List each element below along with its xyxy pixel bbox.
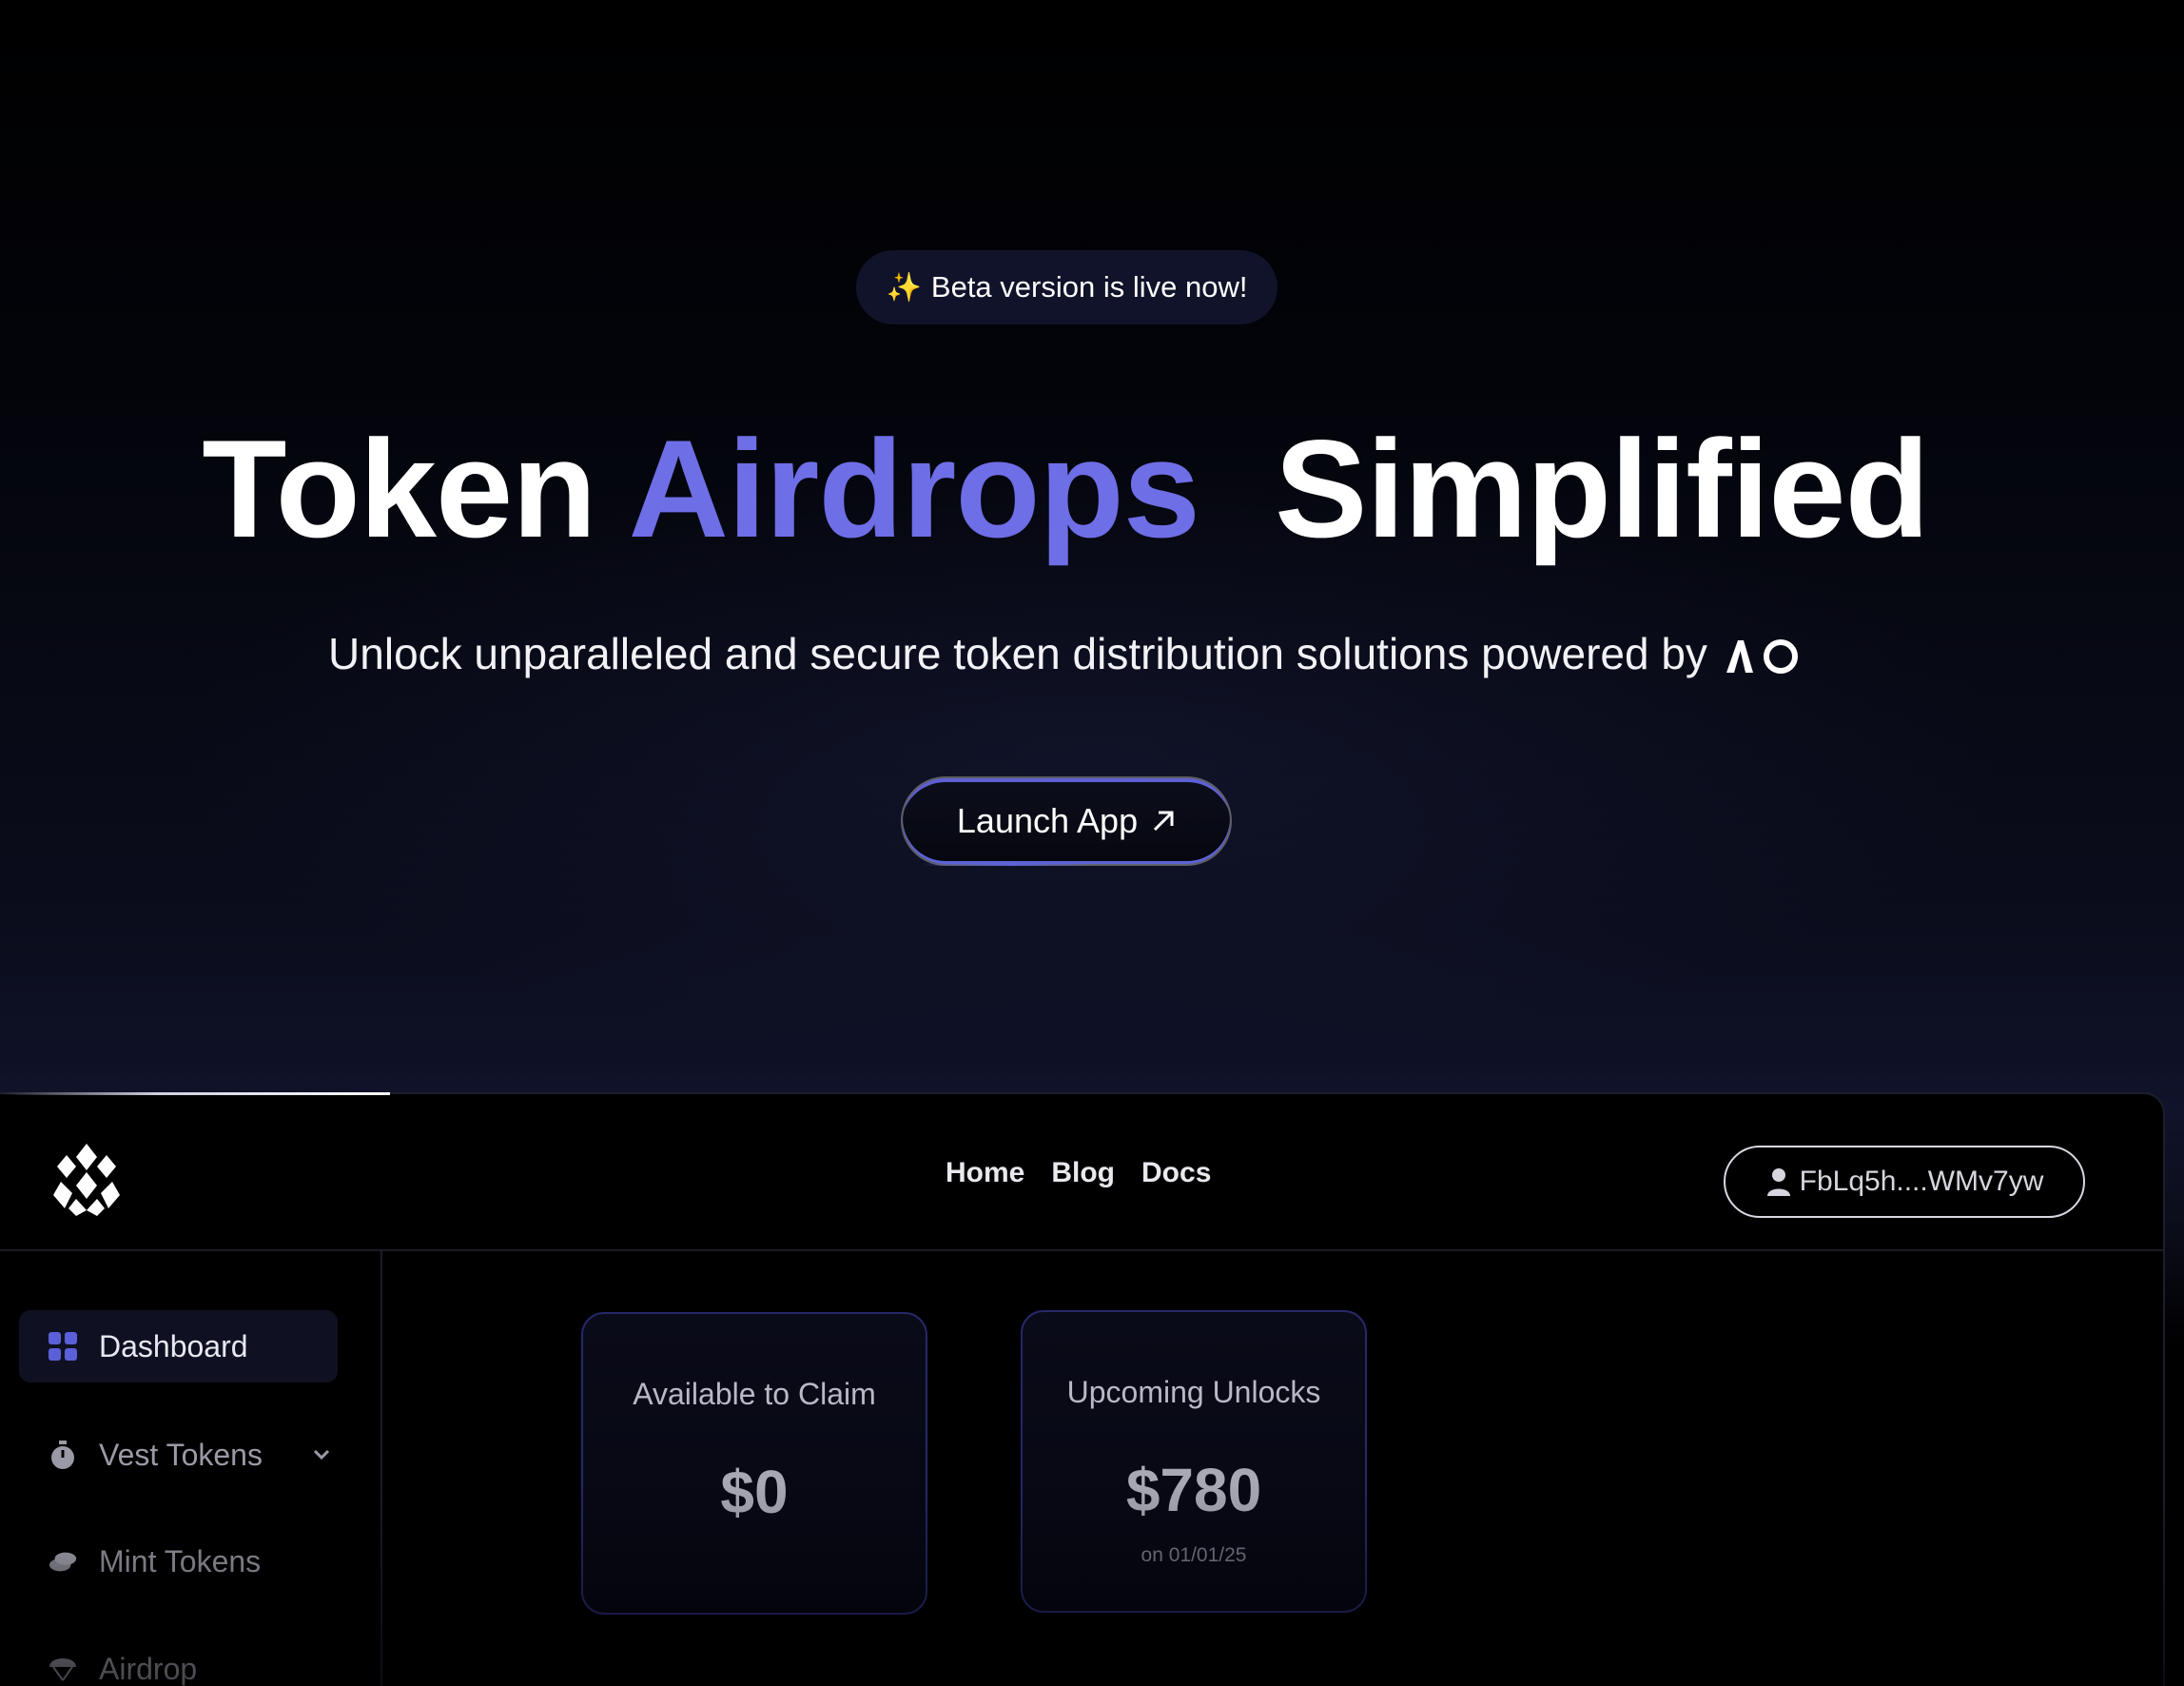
parachute-icon bbox=[48, 1654, 78, 1684]
beta-badge-text: Beta version is live now! bbox=[930, 270, 1248, 304]
stopwatch-icon bbox=[48, 1440, 78, 1470]
hero-subtitle: Unlock unparalleled and secure token dis… bbox=[0, 628, 2131, 679]
hero-title-part1: Token bbox=[202, 411, 596, 566]
available-to-claim-card: Available to Claim $0 bbox=[581, 1312, 927, 1615]
sidebar-item-mint-tokens[interactable]: Mint Tokens bbox=[19, 1525, 338, 1598]
hero-title: Token Airdrops Simplified bbox=[0, 409, 2131, 569]
sparkles-icon: ✨ bbox=[886, 271, 922, 304]
launch-app-label: Launch App bbox=[956, 801, 1139, 840]
app-logo bbox=[53, 1144, 120, 1216]
ao-logo bbox=[1726, 639, 1798, 674]
sidebar-item-label: Dashboard bbox=[99, 1328, 248, 1363]
hero-subtitle-text: Unlock unparalleled and secure token dis… bbox=[328, 629, 1707, 678]
wallet-button[interactable]: FbLq5h....WMv7yw bbox=[1724, 1146, 2085, 1218]
landing-page: ✨ Beta version is live now! Token Airdro… bbox=[0, 0, 2184, 1686]
card-value: $0 bbox=[720, 1458, 789, 1526]
card-title: Upcoming Unlocks bbox=[1066, 1375, 1321, 1409]
upcoming-unlocks-card: Upcoming Unlocks $780 on 01/01/25 bbox=[1021, 1310, 1367, 1613]
nav-docs[interactable]: Docs bbox=[1141, 1157, 1211, 1189]
hero-title-part2: Simplified bbox=[1275, 411, 1930, 566]
wallet-address: FbLq5h....WMv7yw bbox=[1799, 1166, 2044, 1197]
chevron-down-icon bbox=[312, 1442, 331, 1467]
sidebar-item-airdrop[interactable]: Airdrop bbox=[19, 1633, 338, 1686]
sidebar-item-label: Airdrop bbox=[99, 1651, 198, 1686]
card-subtext: on 01/01/25 bbox=[1141, 1544, 1247, 1566]
card-value: $780 bbox=[1125, 1456, 1262, 1524]
main-nav: Home Blog Docs bbox=[946, 1157, 1211, 1189]
grid-icon bbox=[48, 1331, 78, 1362]
coins-icon bbox=[48, 1546, 78, 1577]
nav-home[interactable]: Home bbox=[946, 1157, 1024, 1189]
app-header: Home Blog Docs FbLq5h....WMv7yw bbox=[0, 1094, 2163, 1251]
hero-title-accent: Airdrops bbox=[628, 411, 1200, 566]
beta-badge: ✨ Beta version is live now! bbox=[856, 250, 1277, 324]
sidebar-item-vest-tokens[interactable]: Vest Tokens bbox=[19, 1419, 338, 1491]
sidebar-item-label: Mint Tokens bbox=[99, 1543, 262, 1578]
sidebar-item-label: Vest Tokens bbox=[99, 1437, 263, 1472]
launch-app-button[interactable]: Launch App bbox=[901, 776, 1232, 866]
nav-blog[interactable]: Blog bbox=[1051, 1157, 1115, 1189]
sidebar-item-dashboard[interactable]: Dashboard bbox=[19, 1310, 338, 1382]
user-icon bbox=[1766, 1168, 1790, 1196]
arrow-up-right-icon bbox=[1154, 811, 1174, 832]
card-title: Available to Claim bbox=[633, 1377, 876, 1411]
